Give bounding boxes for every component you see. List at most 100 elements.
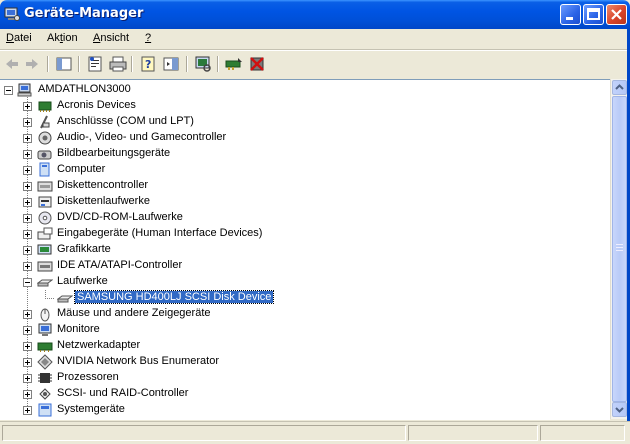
menu-bar: Datei Aktion Ansicht ?	[0, 29, 630, 49]
tree-item-label: Prozessoren	[57, 371, 119, 383]
toolbar-separator	[217, 56, 219, 72]
diamond-icon	[37, 354, 53, 370]
back-icon[interactable]	[2, 54, 22, 74]
mouse-icon	[40, 308, 50, 322]
scroll-down-button[interactable]	[612, 402, 627, 417]
scroll-up-button[interactable]	[612, 80, 627, 95]
tree-guide-line	[45, 290, 46, 298]
tree-item-label: Mäuse und andere Zeigegeräte	[57, 307, 211, 319]
grip-icon	[616, 244, 623, 251]
forward-icon[interactable]	[22, 54, 42, 74]
network-adapter-icon	[37, 342, 53, 352]
menu-ansicht[interactable]: Ansicht	[93, 32, 129, 44]
expand-toggle[interactable]	[23, 406, 32, 415]
uninstall-icon[interactable]	[247, 54, 267, 74]
window-title: Geräte-Manager	[24, 6, 144, 21]
expand-toggle[interactable]	[23, 326, 32, 335]
expand-toggle[interactable]	[23, 246, 32, 255]
tree-item-label: Eingabegeräte (Human Interface Devices)	[57, 227, 263, 239]
device-manager-icon	[4, 7, 20, 21]
floppy-controller-icon	[37, 181, 53, 192]
maximize-button[interactable]	[583, 4, 604, 25]
tree-item-label: SCSI- und RAID-Controller	[57, 387, 189, 399]
tree-item-label: Bildbearbeitungsgeräte	[57, 147, 171, 159]
menu-datei[interactable]: Datei	[6, 32, 32, 44]
expand-toggle[interactable]	[23, 182, 32, 191]
expand-toggle[interactable]	[23, 214, 32, 223]
disk-drive-icon	[57, 295, 73, 303]
expand-toggle[interactable]	[23, 262, 32, 271]
tree-item-label: Grafikkarte	[57, 243, 111, 255]
speaker-icon	[38, 131, 52, 145]
tree-item-label: NVIDIA Network Bus Enumerator	[57, 355, 220, 367]
help-icon[interactable]: ?	[138, 54, 158, 74]
device-tree[interactable]: AMDATHLON3000 Acronis Devices Anschlüsse …	[0, 79, 610, 420]
tree-item-label: Systemgeräte	[57, 403, 125, 415]
tree-root-label: AMDATHLON3000	[38, 83, 131, 95]
tree-item-label: IDE ATA/ATAPI-Controller	[57, 259, 183, 271]
expand-toggle[interactable]	[23, 198, 32, 207]
tree-item-label: Diskettencontroller	[57, 179, 149, 191]
disk-drive-icon	[37, 279, 53, 287]
expand-toggle[interactable]	[23, 166, 32, 175]
toolbar-separator	[47, 56, 49, 72]
minimize-icon	[566, 17, 573, 20]
tree-item-label: SAMSUNG HD400LJ SCSI Disk Device	[73, 290, 275, 304]
tree-item-label: Netzwerkadapter	[57, 339, 141, 351]
toolbar-separator	[131, 56, 133, 72]
tree-item-label: Diskettenlaufwerke	[57, 195, 150, 207]
scsi-icon	[39, 388, 51, 400]
collapse-toggle[interactable]	[4, 86, 13, 95]
expand-toggle[interactable]	[23, 134, 32, 143]
print-icon[interactable]	[108, 54, 128, 74]
display-adapter-icon	[37, 244, 52, 255]
update-driver-icon[interactable]	[224, 54, 244, 74]
close-icon	[611, 9, 622, 20]
vertical-scrollbar[interactable]	[610, 79, 628, 419]
close-button[interactable]	[606, 4, 627, 25]
expand-toggle[interactable]	[23, 374, 32, 383]
scroll-thumb[interactable]	[612, 96, 627, 402]
status-bar	[0, 421, 630, 444]
menu-help[interactable]: ?	[145, 32, 151, 44]
action-pane-icon[interactable]	[161, 54, 181, 74]
svg-text:?: ?	[145, 58, 151, 71]
chevron-up-icon	[615, 84, 624, 90]
chip-icon	[38, 101, 52, 112]
tree-item-label: Laufwerke	[57, 275, 108, 287]
system-device-icon	[38, 403, 52, 417]
toolbar-separator	[78, 56, 80, 72]
tree-guide-line	[45, 298, 55, 299]
toolbar-separator	[186, 56, 188, 72]
expand-toggle[interactable]	[23, 358, 32, 367]
computer-icon	[17, 83, 32, 97]
collapse-toggle[interactable]	[23, 278, 32, 287]
expand-toggle[interactable]	[23, 118, 32, 127]
menu-aktion[interactable]: Aktion	[47, 32, 78, 44]
expand-toggle[interactable]	[23, 230, 32, 239]
maximize-icon	[587, 8, 600, 20]
properties-icon[interactable]	[85, 54, 105, 74]
title-bar[interactable]: Geräte-Manager	[0, 0, 630, 29]
minimize-button[interactable]	[560, 4, 581, 25]
tree-item-label: Monitore	[57, 323, 100, 335]
chevron-down-icon	[615, 407, 624, 413]
expand-toggle[interactable]	[23, 310, 32, 319]
tree-item-label: Anschlüsse (COM und LPT)	[57, 115, 194, 127]
monitor-icon	[38, 323, 52, 336]
expand-toggle[interactable]	[23, 390, 32, 399]
toolbar: ?	[0, 51, 630, 77]
expand-toggle[interactable]	[23, 150, 32, 159]
tree-item-label: DVD/CD-ROM-Laufwerke	[57, 211, 183, 223]
status-pane-2	[408, 425, 538, 441]
floppy-drive-icon	[38, 196, 52, 208]
computer-icon	[39, 162, 50, 177]
status-pane-main	[2, 425, 406, 441]
scan-hardware-icon[interactable]	[193, 54, 213, 74]
port-icon	[40, 115, 50, 129]
expand-toggle[interactable]	[23, 102, 32, 111]
show-hide-tree-icon[interactable]	[54, 54, 74, 74]
tree-item-label: Acronis Devices	[57, 99, 136, 111]
expand-toggle[interactable]	[23, 342, 32, 351]
hid-icon	[37, 227, 53, 240]
